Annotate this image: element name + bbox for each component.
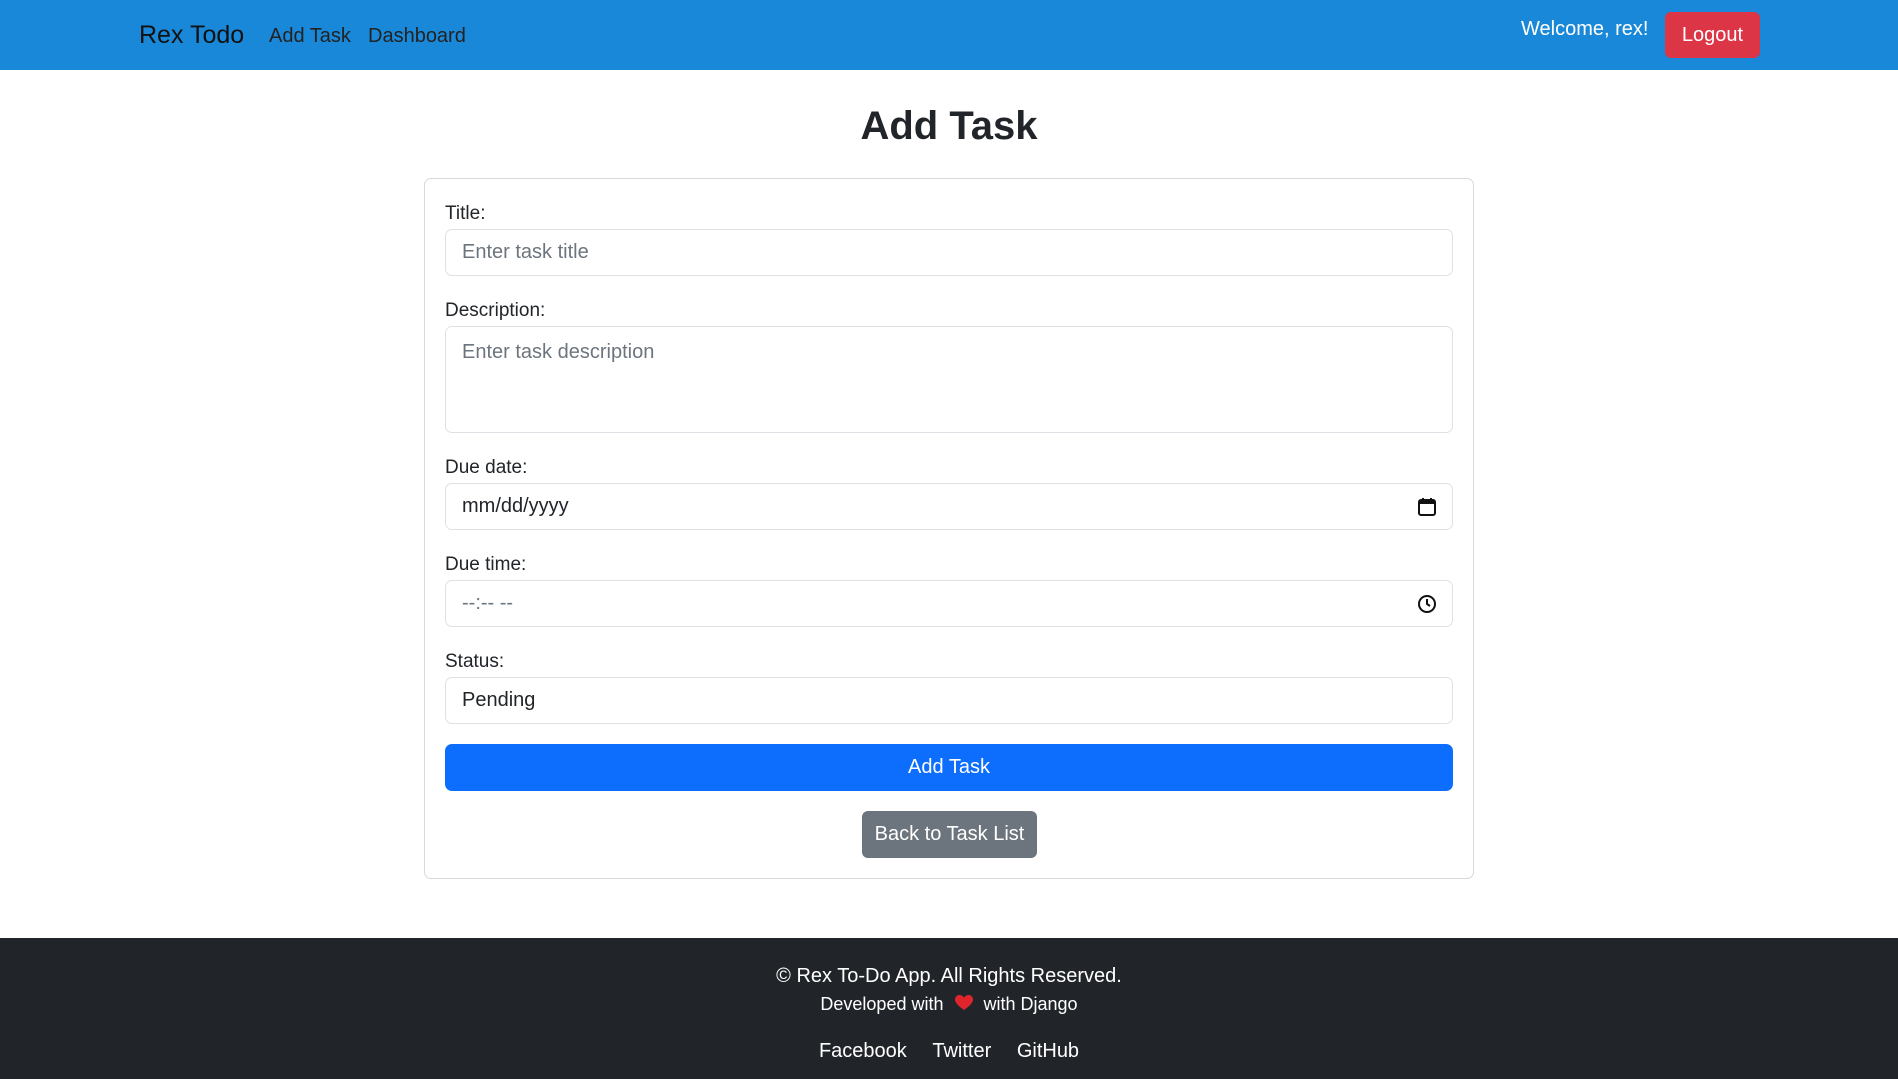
due-time-value: --:-- -- bbox=[462, 592, 514, 614]
title-input[interactable] bbox=[445, 229, 1453, 276]
back-to-task-list-button[interactable]: Back to Task List bbox=[862, 811, 1037, 858]
nav-add-task-link[interactable]: Add Task bbox=[269, 22, 351, 50]
logout-button[interactable]: Logout bbox=[1665, 12, 1760, 58]
facebook-link[interactable]: Facebook bbox=[819, 1040, 907, 1062]
heart-icon bbox=[954, 995, 973, 1011]
developed-suffix: with Django bbox=[983, 994, 1078, 1014]
due-date-value: mm/dd/yyyy bbox=[462, 495, 569, 517]
calendar-icon[interactable] bbox=[1416, 496, 1438, 518]
title-label: Title: bbox=[445, 203, 486, 224]
navbar: Rex Todo Add Task Dashboard Welcome, rex… bbox=[0, 0, 1898, 70]
status-label: Status: bbox=[445, 651, 505, 672]
clock-icon[interactable] bbox=[1416, 593, 1438, 615]
description-label: Description: bbox=[445, 300, 546, 321]
footer-copyright: © Rex To-Do App. All Rights Reserved. bbox=[776, 965, 1122, 987]
status-select[interactable]: Pending bbox=[445, 677, 1453, 724]
due-date-input[interactable]: mm/dd/yyyy bbox=[445, 483, 1453, 530]
due-date-label: Due date: bbox=[445, 457, 528, 478]
brand-link[interactable]: Rex Todo bbox=[139, 17, 244, 53]
welcome-text: Welcome, rex! bbox=[1521, 18, 1649, 40]
due-time-input[interactable]: --:-- -- bbox=[445, 580, 1453, 627]
due-time-label: Due time: bbox=[445, 554, 527, 575]
nav-dashboard-link[interactable]: Dashboard bbox=[368, 22, 466, 50]
page-title: Add Task bbox=[860, 104, 1038, 148]
developed-prefix: Developed with bbox=[820, 994, 944, 1014]
add-task-button[interactable]: Add Task bbox=[445, 744, 1453, 791]
footer: © Rex To-Do App. All Rights Reserved. De… bbox=[0, 938, 1898, 1079]
github-link[interactable]: GitHub bbox=[1017, 1040, 1079, 1062]
footer-links: Facebook Twitter GitHub bbox=[0, 1037, 1898, 1065]
footer-developed-with: Developed with with Django bbox=[0, 991, 1898, 1017]
description-textarea[interactable] bbox=[445, 326, 1453, 433]
status-value: Pending bbox=[462, 689, 536, 711]
twitter-link[interactable]: Twitter bbox=[932, 1040, 991, 1062]
